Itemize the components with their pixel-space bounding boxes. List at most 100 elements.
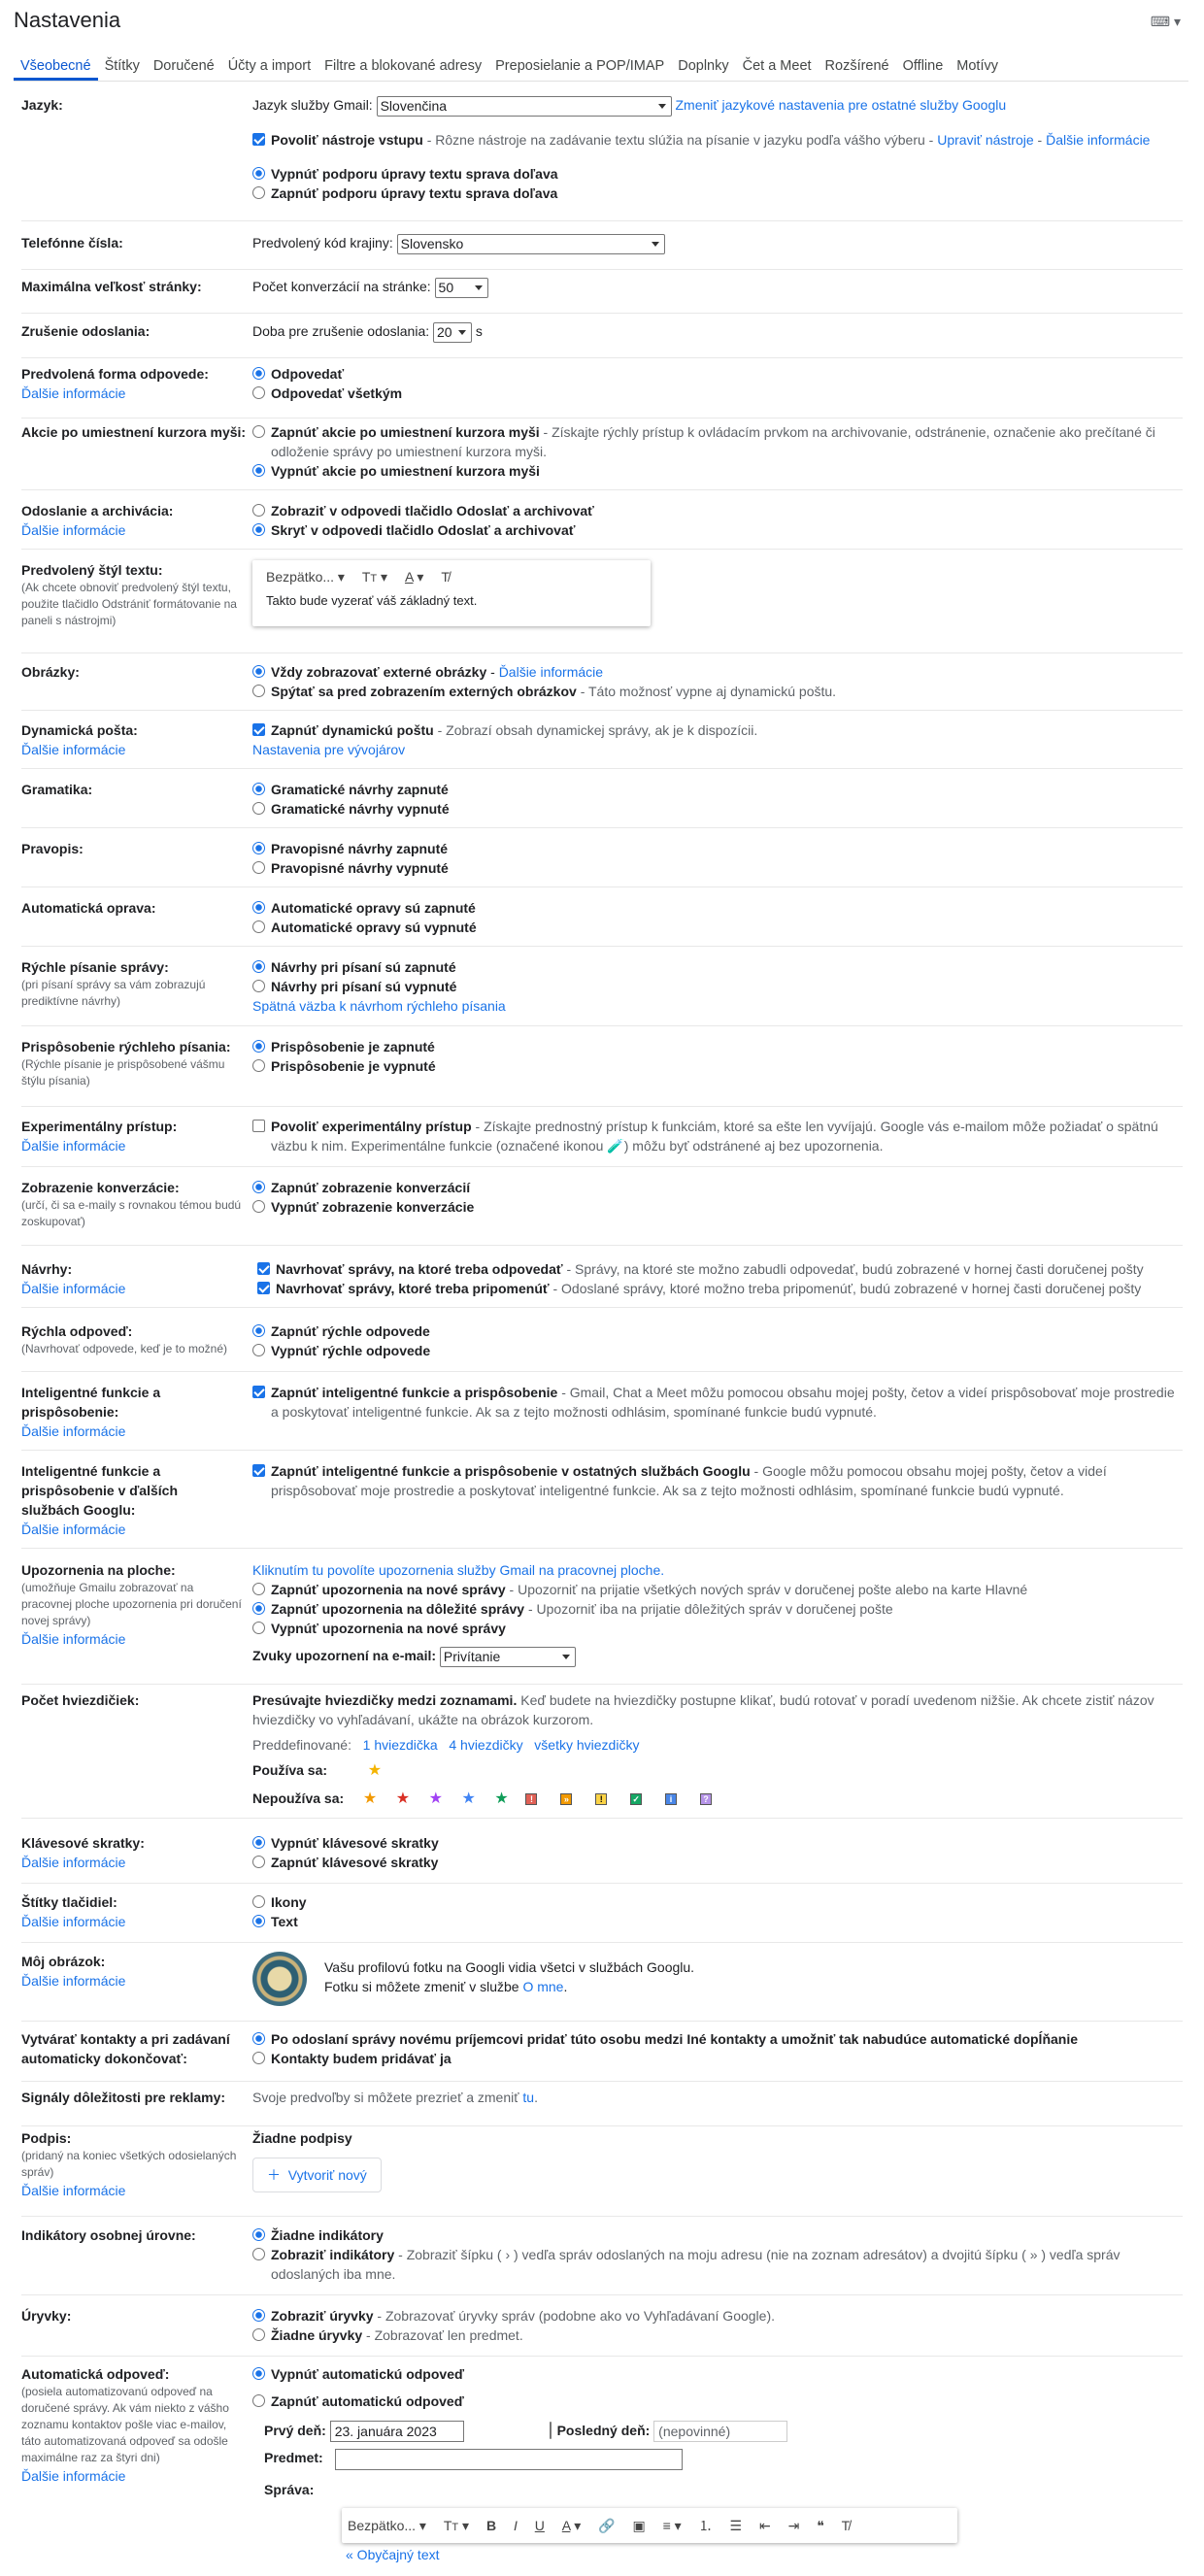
quote-icon[interactable]: ❝ <box>817 2518 824 2534</box>
country-code-select[interactable]: Slovensko <box>396 233 665 254</box>
no-snippets-radio[interactable] <box>252 2328 265 2341</box>
italic-icon[interactable]: I <box>514 2518 518 2533</box>
no-indicators-radio[interactable] <box>252 2228 265 2241</box>
bulleted-list-icon[interactable]: ☰ <box>730 2518 743 2534</box>
tab-filters[interactable]: Filtre a blokované adresy <box>318 52 488 81</box>
create-signature-button[interactable]: ＋ Vytvoriť nový <box>252 2158 382 2192</box>
avatar[interactable] <box>252 1952 307 2006</box>
green-check-icon[interactable]: ✓ <box>630 1793 643 1806</box>
underline-icon[interactable]: U <box>535 2518 545 2533</box>
more-info-link[interactable]: Ďalšie informácie <box>21 1422 206 1441</box>
orange-star-icon[interactable]: ★ <box>361 1790 379 1809</box>
tab-chat-meet[interactable]: Čet a Meet <box>736 52 819 81</box>
more-info-link[interactable]: Ďalšie informácie <box>21 520 250 540</box>
smart-other-checkbox[interactable] <box>252 1464 265 1477</box>
about-me-link[interactable]: O mne <box>522 1979 563 1994</box>
orange-guillemet-icon[interactable]: » <box>560 1793 573 1806</box>
more-info-link[interactable]: Ďalšie informácie <box>21 1520 206 1539</box>
shortcuts-off-radio[interactable] <box>252 1836 265 1849</box>
notify-new-radio[interactable] <box>252 1583 265 1595</box>
input-tools-checkbox[interactable] <box>252 132 265 146</box>
compose-on-radio[interactable] <box>252 960 265 973</box>
hover-on-radio[interactable] <box>252 425 265 438</box>
red-bang-icon[interactable]: ! <box>525 1793 538 1806</box>
tab-forwarding[interactable]: Preposielanie a POP/IMAP <box>488 52 671 81</box>
tab-accounts[interactable]: Účty a import <box>221 52 318 81</box>
rtl-on-radio[interactable] <box>252 185 265 199</box>
reply-all-radio[interactable] <box>252 386 265 399</box>
subject-input[interactable] <box>334 2448 683 2470</box>
vacation-off-radio[interactable] <box>252 2367 265 2380</box>
compose-feedback-link[interactable]: Spätná väzba k návrhom rýchleho písania <box>252 998 506 1014</box>
more-info-link[interactable]: Ďalšie informácie <box>21 1912 250 1931</box>
undo-select[interactable]: 20 <box>433 321 473 343</box>
smart-features-checkbox[interactable] <box>252 1386 265 1398</box>
more-info-link[interactable]: Ďalšie informácie <box>21 1971 250 1991</box>
conversation-off-radio[interactable] <box>252 1200 265 1213</box>
hide-send-archive-radio[interactable] <box>252 523 265 536</box>
text-color-icon[interactable]: A ▾ <box>562 2518 582 2534</box>
link-icon[interactable]: 🔗 <box>598 2518 615 2534</box>
tab-advanced[interactable]: Rozšírené <box>819 52 896 81</box>
remove-formatting-icon[interactable]: T̸ <box>842 2518 851 2533</box>
grammar-off-radio[interactable] <box>252 802 265 815</box>
page-size-select[interactable]: 50 <box>434 277 488 298</box>
personalization-off-radio[interactable] <box>252 1059 265 1072</box>
plain-text-link[interactable]: « Obyčajný text <box>346 2547 440 2562</box>
more-info-link[interactable]: Ďalšie informácie <box>21 384 250 403</box>
hover-off-radio[interactable] <box>252 464 265 477</box>
smart-reply-off-radio[interactable] <box>252 1344 265 1356</box>
sound-select[interactable]: Privítanie <box>439 1646 576 1667</box>
yellow-bang-icon[interactable]: ! <box>595 1793 608 1806</box>
tab-labels[interactable]: Štítky <box>98 52 147 81</box>
blue-info-icon[interactable]: i <box>665 1793 678 1806</box>
tab-themes[interactable]: Motívy <box>950 52 1005 81</box>
change-language-link[interactable]: Zmeniť jazykové nastavenia pre ostatné s… <box>675 97 1006 113</box>
dynamic-mail-checkbox[interactable] <box>252 723 265 736</box>
green-star-icon[interactable]: ★ <box>493 1790 511 1809</box>
tab-addons[interactable]: Doplnky <box>671 52 735 81</box>
purple-star-icon[interactable]: ★ <box>427 1790 445 1809</box>
last-day-checkbox[interactable] <box>549 2422 552 2439</box>
remove-formatting-icon[interactable]: T̸ <box>441 569 450 585</box>
spelling-off-radio[interactable] <box>252 861 265 874</box>
more-info-link[interactable]: Ďalšie informácie <box>499 664 603 680</box>
reply-radio[interactable] <box>252 367 265 380</box>
font-size-icon[interactable]: TT ▾ <box>444 2518 469 2534</box>
auto-contacts-radio[interactable] <box>252 2032 265 2045</box>
keyboard-icon[interactable]: ⌨ ▾ <box>1151 14 1181 30</box>
ads-preferences-link[interactable]: tu <box>522 2090 534 2105</box>
autocorrect-off-radio[interactable] <box>252 920 265 933</box>
notify-important-radio[interactable] <box>252 1602 265 1615</box>
developer-settings-link[interactable]: Nastavenia pre vývojárov <box>252 742 405 757</box>
rtl-off-radio[interactable] <box>252 166 265 180</box>
show-indicators-radio[interactable] <box>252 2248 265 2260</box>
edit-tools-link[interactable]: Upraviť nástroje <box>937 132 1033 148</box>
enable-notifications-link[interactable]: Kliknutím tu povolíte upozornenia služby… <box>252 1562 664 1578</box>
text-radio[interactable] <box>252 1915 265 1927</box>
first-day-input[interactable]: 23. januára 2023 <box>329 2421 464 2443</box>
preset-1-star-link[interactable]: 1 hviezdička <box>363 1737 438 1753</box>
nudge-followup-checkbox[interactable] <box>257 1282 270 1294</box>
font-family-select[interactable]: Bezpätko... ▾ <box>348 2518 426 2534</box>
indent-more-icon[interactable]: ⇥ <box>788 2518 800 2534</box>
show-snippets-radio[interactable] <box>252 2309 265 2322</box>
more-info-link[interactable]: Ďalšie informácie <box>1046 132 1150 148</box>
blue-star-icon[interactable]: ★ <box>460 1790 478 1809</box>
personalization-on-radio[interactable] <box>252 1040 265 1053</box>
more-info-link[interactable]: Ďalšie informácie <box>21 2181 247 2200</box>
experimental-checkbox[interactable] <box>252 1120 265 1132</box>
more-info-link[interactable]: Ďalšie informácie <box>21 1279 250 1298</box>
grammar-on-radio[interactable] <box>252 783 265 795</box>
tab-general[interactable]: Všeobecné <box>14 52 98 81</box>
manual-contacts-radio[interactable] <box>252 2052 265 2064</box>
preset-4-stars-link[interactable]: 4 hviezdičky <box>449 1737 522 1753</box>
more-info-link[interactable]: Ďalšie informácie <box>21 1629 247 1649</box>
vacation-on-radio[interactable] <box>252 2394 265 2407</box>
purple-question-icon[interactable]: ? <box>699 1793 712 1806</box>
image-icon[interactable]: ▣ <box>633 2518 646 2534</box>
align-icon[interactable]: ≡ ▾ <box>663 2518 682 2534</box>
icons-radio[interactable] <box>252 1895 265 1908</box>
last-day-input[interactable]: (nepovinné) <box>653 2421 788 2443</box>
smart-reply-on-radio[interactable] <box>252 1324 265 1337</box>
